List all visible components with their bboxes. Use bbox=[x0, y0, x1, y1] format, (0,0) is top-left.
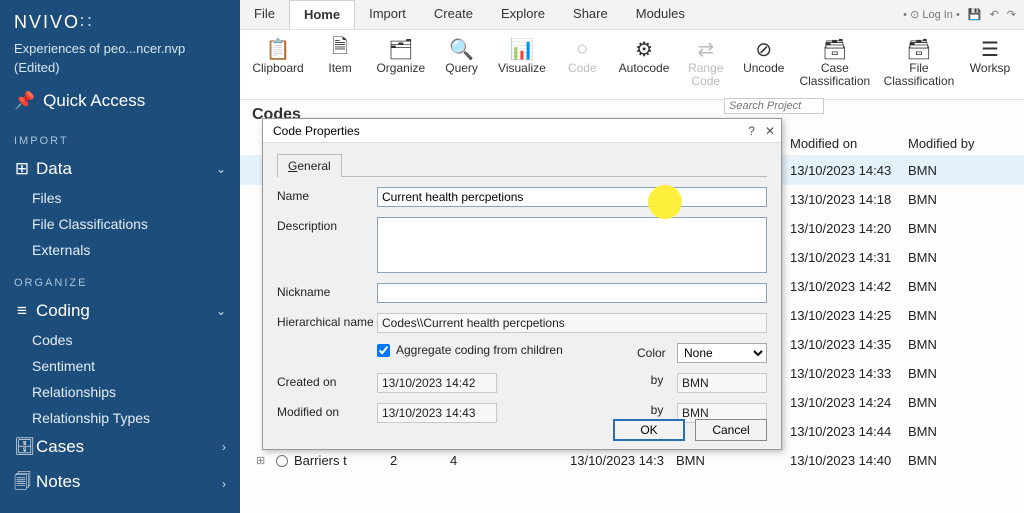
ribbon-visualize[interactable]: 📊Visualize bbox=[492, 34, 553, 77]
cases-icon: 🗄 bbox=[14, 437, 30, 457]
login-link[interactable]: Log In bbox=[922, 9, 953, 21]
ribbon-clipboard[interactable]: 📋Clipboard bbox=[246, 34, 310, 77]
project-name: Experiences of peo...ncer.nvp bbox=[0, 39, 240, 58]
menu-file[interactable]: File bbox=[240, 0, 289, 29]
chevron-right-icon: › bbox=[222, 440, 226, 454]
menu-import[interactable]: Import bbox=[355, 0, 420, 29]
label-by2: by bbox=[637, 403, 677, 417]
section-organize: ORGANIZE bbox=[0, 263, 240, 295]
menu-create[interactable]: Create bbox=[420, 0, 487, 29]
label-modified: Modified on bbox=[277, 403, 377, 419]
ribbon-item[interactable]: 🗎Item bbox=[312, 34, 368, 77]
dialog-titlebar: Code Properties ? ✕ bbox=[263, 119, 781, 143]
dialog-title: Code Properties bbox=[273, 124, 360, 138]
nav-relationships[interactable]: Relationships bbox=[0, 379, 240, 405]
nickname-field[interactable] bbox=[377, 283, 767, 303]
tab-general[interactable]: GGeneraleneral bbox=[277, 154, 342, 177]
ribbon-case-classification[interactable]: 🗃CaseClassification bbox=[794, 34, 876, 90]
data-icon: ⊞ bbox=[14, 159, 30, 179]
ribbon-file-classification[interactable]: 🗃FileClassification bbox=[878, 34, 960, 90]
description-field[interactable] bbox=[377, 217, 767, 273]
col-modified-by[interactable]: Modified by bbox=[908, 136, 974, 151]
app-logo: NVIVO∷ bbox=[0, 8, 240, 39]
nav-relationship-types[interactable]: Relationship Types bbox=[0, 405, 240, 431]
nav-cases[interactable]: 🗄Cases› bbox=[0, 431, 240, 463]
label-description: Description bbox=[277, 217, 377, 233]
created-on-field: 13/10/2023 14:42 bbox=[377, 373, 497, 393]
label-by: by bbox=[637, 373, 677, 387]
nav-sentiment[interactable]: Sentiment bbox=[0, 353, 240, 379]
ribbon-organize[interactable]: 🗂Organize bbox=[370, 34, 432, 77]
menu-right: • ⊙ Log In • 💾 ↶ ↷ bbox=[903, 0, 1024, 29]
menu-bar: File Home Import Create Explore Share Mo… bbox=[240, 0, 1024, 30]
ok-button[interactable]: OK bbox=[613, 419, 685, 441]
modified-on-field: 13/10/2023 14:43 bbox=[377, 403, 497, 423]
pin-icon: 📌 bbox=[14, 91, 35, 111]
created-by-field: BMN bbox=[677, 373, 767, 393]
label-nickname: Nickname bbox=[277, 283, 377, 299]
name-field[interactable] bbox=[377, 187, 767, 207]
save-icon[interactable]: 💾 bbox=[968, 8, 982, 21]
close-icon[interactable]: ✕ bbox=[765, 124, 775, 138]
nav-data[interactable]: ⊞Data⌄ bbox=[0, 153, 240, 185]
section-import: IMPORT bbox=[0, 121, 240, 153]
ribbon-worksp[interactable]: ☰Worksp bbox=[962, 34, 1018, 77]
aggregate-checkbox[interactable]: Aggregate coding from children bbox=[377, 343, 563, 357]
nav-file-classifications[interactable]: File Classifications bbox=[0, 211, 240, 237]
undo-icon[interactable]: ↶ bbox=[990, 8, 999, 21]
ribbon: 📋Clipboard🗎Item🗂Organize🔍Query📊Visualize… bbox=[240, 30, 1024, 100]
chevron-down-icon: ⌄ bbox=[216, 304, 226, 318]
coding-icon: ≡ bbox=[14, 301, 30, 321]
ribbon-range-code: ⇄RangeCode bbox=[678, 34, 734, 90]
nav-notes[interactable]: 🗐Notes› bbox=[0, 463, 240, 504]
menu-home[interactable]: Home bbox=[289, 0, 355, 29]
menu-explore[interactable]: Explore bbox=[487, 0, 559, 29]
aggregate-checkbox-input[interactable] bbox=[377, 344, 390, 357]
nav-coding[interactable]: ≡Coding⌄ bbox=[0, 295, 240, 327]
cancel-button[interactable]: Cancel bbox=[695, 419, 767, 441]
hierarchical-name-field: Codes\\Current health percpetions bbox=[377, 313, 767, 333]
cursor-highlight bbox=[648, 185, 682, 219]
menu-share[interactable]: Share bbox=[559, 0, 622, 29]
chevron-down-icon: ⌄ bbox=[216, 162, 226, 176]
project-status: (Edited) bbox=[0, 58, 240, 77]
nav-codes[interactable]: Codes bbox=[0, 327, 240, 353]
notes-icon: 🗐 bbox=[14, 469, 30, 498]
nav-externals[interactable]: Externals bbox=[0, 237, 240, 263]
menu-modules[interactable]: Modules bbox=[622, 0, 699, 29]
label-name: Name bbox=[277, 187, 377, 203]
help-icon[interactable]: ? bbox=[748, 124, 755, 138]
ribbon-query[interactable]: 🔍Query bbox=[434, 34, 490, 77]
ribbon-code: ○Code bbox=[554, 34, 610, 77]
label-hierarchical: Hierarchical name bbox=[277, 313, 377, 329]
redo-icon[interactable]: ↷ bbox=[1007, 8, 1016, 21]
table-row[interactable]: ⊞Barriers t2413/10/2023 14:3BMN13/10/202… bbox=[240, 446, 1024, 475]
sidebar: NVIVO∷ Experiences of peo...ncer.nvp (Ed… bbox=[0, 0, 240, 513]
col-modified-on[interactable]: Modified on bbox=[790, 136, 857, 151]
color-select[interactable]: None bbox=[677, 343, 767, 363]
code-properties-dialog: Code Properties ? ✕ GGeneraleneral Name … bbox=[262, 118, 782, 450]
search-project-input[interactable] bbox=[724, 98, 824, 114]
label-color: Color bbox=[637, 346, 677, 360]
chevron-right-icon: › bbox=[222, 477, 226, 491]
ribbon-uncode[interactable]: ⊘Uncode bbox=[736, 34, 792, 77]
label-created: Created on bbox=[277, 373, 377, 389]
quick-access[interactable]: 📌Quick Access bbox=[0, 77, 240, 121]
ribbon-autocode[interactable]: ⚙Autocode bbox=[612, 34, 675, 77]
nav-files[interactable]: Files bbox=[0, 185, 240, 211]
